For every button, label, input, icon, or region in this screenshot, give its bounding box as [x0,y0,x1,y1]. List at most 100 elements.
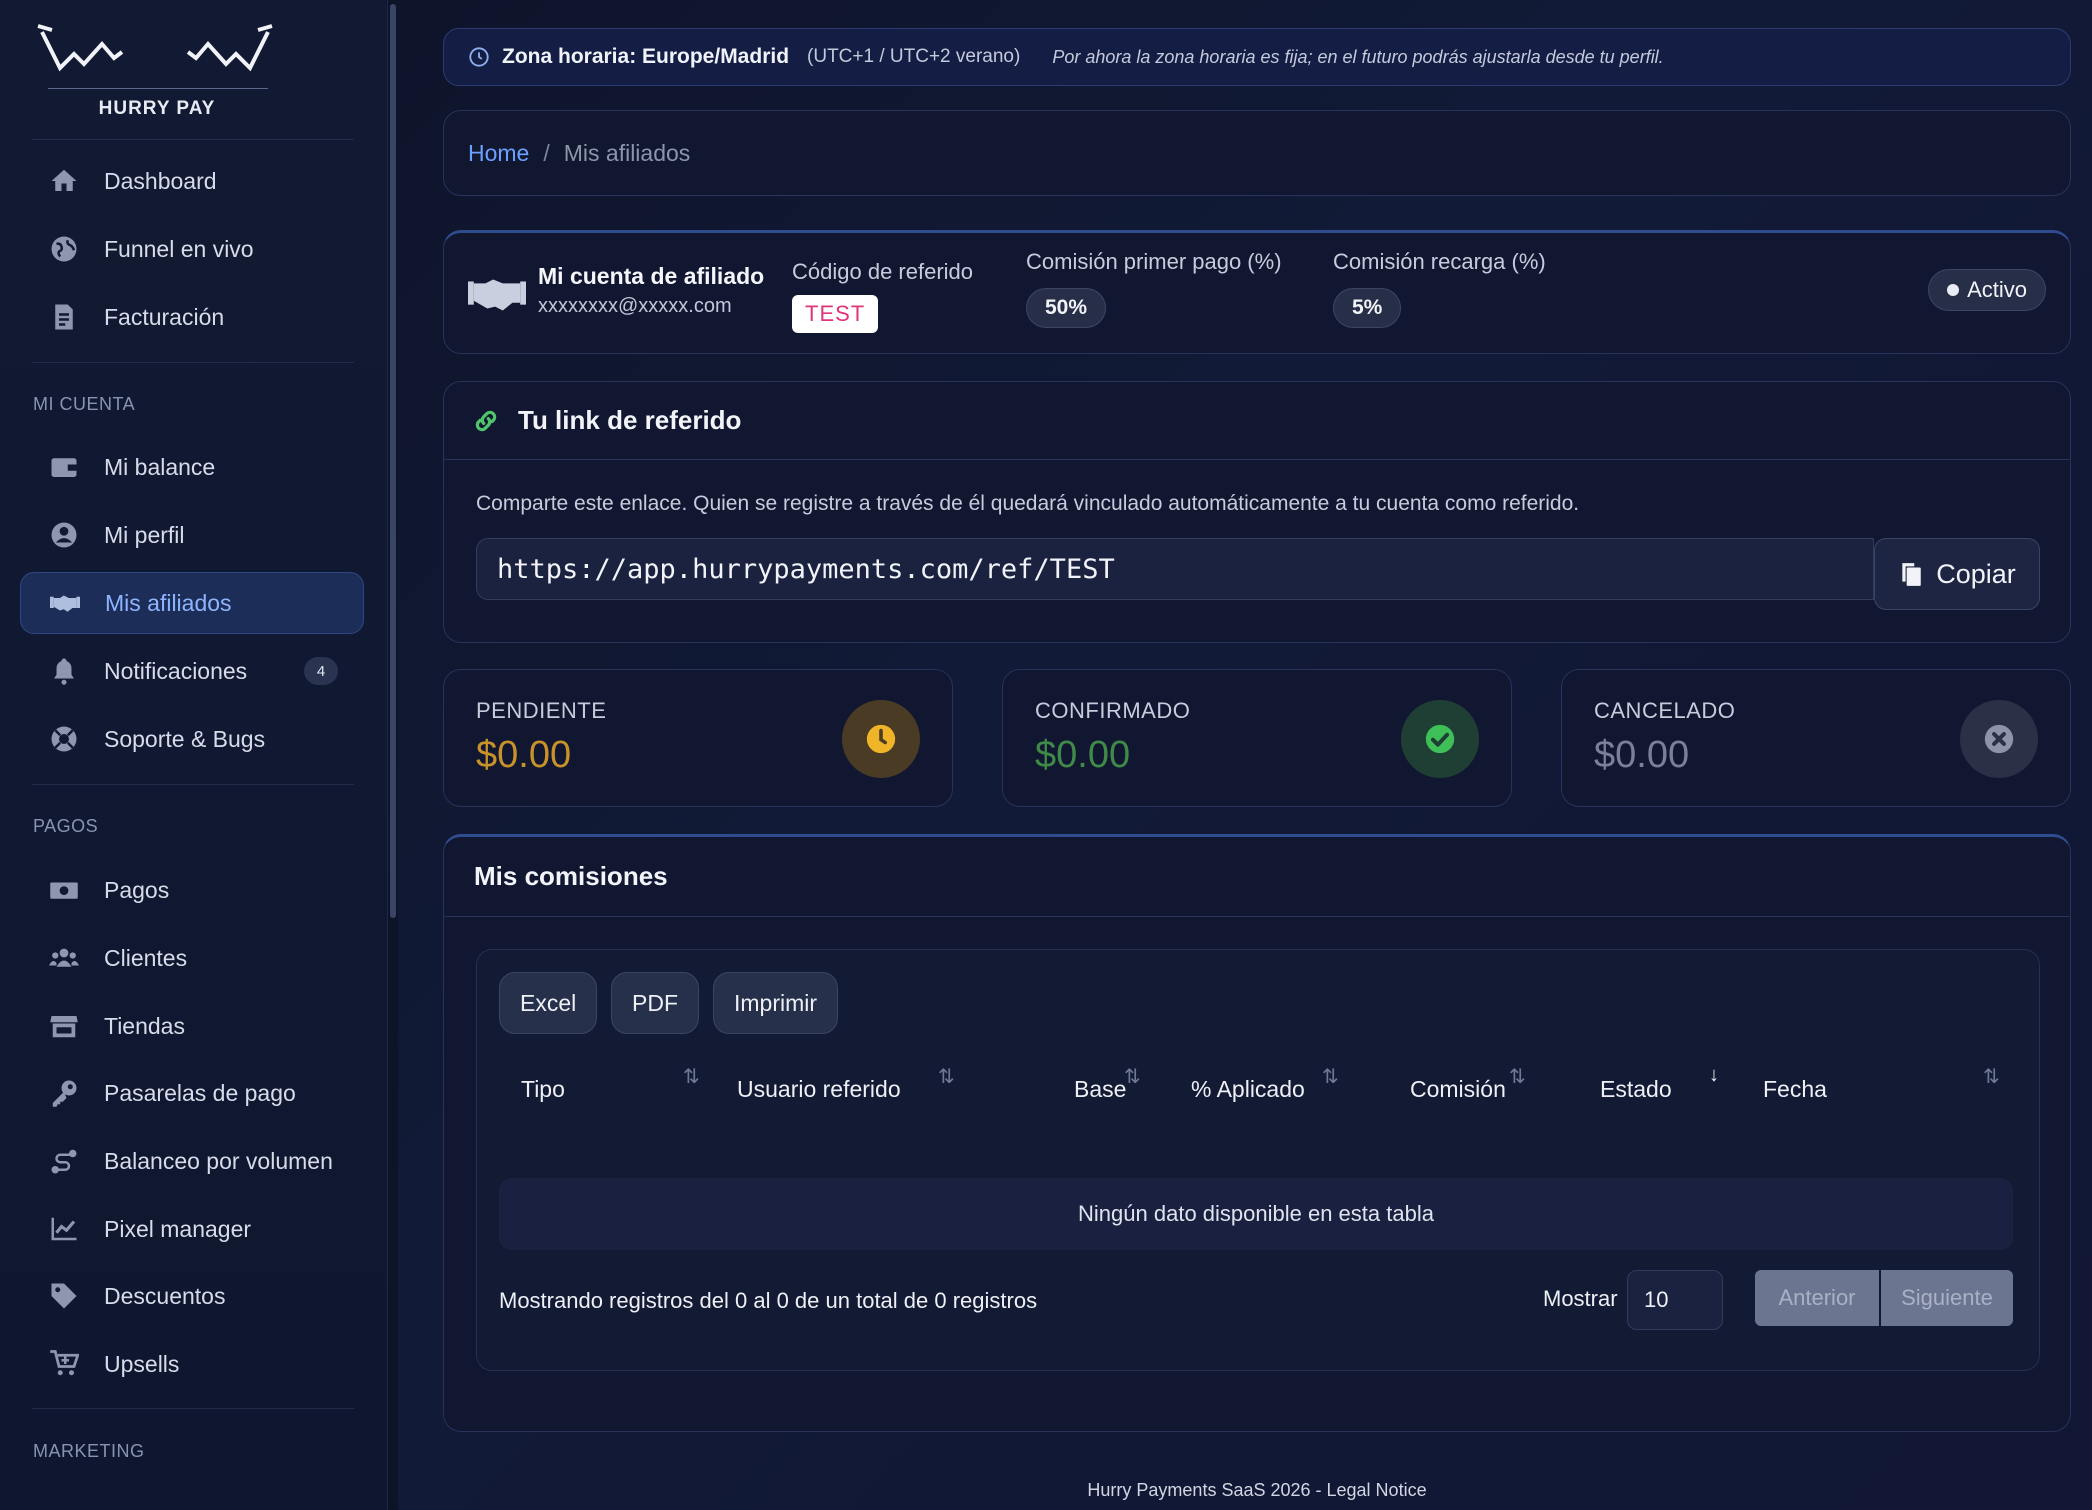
sidebar: HURRY PAY Dashboard Funnel en vivo Factu… [0,0,388,1510]
first-payment-commission-value: 50% [1026,288,1107,328]
affiliate-email: xxxxxxxx@xxxxx.com [538,295,732,317]
next-page-button[interactable]: Siguiente [1881,1270,2013,1326]
sort-icon[interactable]: ⇅ [1509,1064,1526,1089]
column-header-base[interactable]: Base [1074,1076,1126,1103]
page-size-select[interactable]: 10 [1627,1270,1723,1330]
logo-mark-icon [37,24,273,72]
copy-icon [1902,563,1921,586]
column-header-aplicado[interactable]: % Aplicado [1191,1076,1305,1103]
column-header-tipo[interactable]: Tipo [521,1076,565,1103]
sidebar-item-label: Upsells [104,1350,180,1377]
column-header-fecha[interactable]: Fecha [1763,1076,1827,1103]
status-dot-icon [1947,284,1960,296]
stat-value: $0.00 [1035,734,1131,776]
sort-icon[interactable]: ⇅ [1983,1064,2000,1089]
sidebar-divider [32,1408,354,1409]
tag-icon [46,1280,82,1312]
recharge-commission-value: 5% [1333,288,1402,328]
sort-desc-icon[interactable]: ↓ [1709,1064,1719,1087]
sidebar-item-label: Pagos [104,876,170,903]
sort-icon[interactable]: ⇅ [1124,1064,1141,1089]
timezone-banner: Zona horaria: Europe/Madrid (UTC+1 / UTC… [443,28,2071,86]
sidebar-item-pixel[interactable]: Pixel manager [20,1198,364,1260]
status-badge: Activo [1928,269,2046,311]
first-payment-commission-label: Comisión primer pago (%) [1026,249,1282,274]
stat-label: PENDIENTE [476,698,607,723]
sidebar-item-label: Notificaciones [104,657,248,684]
sidebar-item-label: Mi perfil [104,521,185,548]
breadcrumb-separator: / [543,139,550,166]
sidebar-item-afiliados[interactable]: Mis afiliados [20,572,364,634]
sidebar-item-label: Soporte & Bugs [104,725,266,752]
section-title-payments: PAGOS [33,816,99,836]
timezone-note: Por ahora la zona horaria es fija; en el… [1052,46,1664,67]
sidebar-item-funnel[interactable]: Funnel en vivo [20,218,364,280]
sort-icon[interactable]: ⇅ [1322,1064,1339,1089]
affiliate-account-card: Mi cuenta de afiliado xxxxxxxx@xxxxx.com… [443,230,2071,354]
sidebar-item-facturacion[interactable]: Facturación [20,286,364,348]
clock-icon [842,700,920,778]
handshake-icon [468,279,526,311]
sidebar-item-tiendas[interactable]: Tiendas [20,995,364,1057]
breadcrumb: Home / Mis afiliados [443,110,2071,196]
sidebar-item-pasarelas[interactable]: Pasarelas de pago [20,1062,364,1124]
previous-page-button[interactable]: Anterior [1755,1270,1879,1326]
sidebar-item-label: Tiendas [104,1012,185,1039]
route-icon [46,1145,82,1177]
brand-logo[interactable]: HURRY PAY [32,20,282,130]
column-header-usuario[interactable]: Usuario referido [737,1076,901,1103]
money-icon [46,874,82,906]
sidebar-item-dashboard[interactable]: Dashboard [20,150,364,212]
export-excel-button[interactable]: Excel [499,972,598,1034]
column-header-comision[interactable]: Comisión [1410,1076,1506,1103]
table-empty-row: Ningún dato disponible en esta tabla [499,1178,2013,1250]
sidebar-item-balanceo[interactable]: Balanceo por volumen [20,1130,364,1192]
sort-icon[interactable]: ⇅ [938,1064,955,1089]
sidebar-item-soporte[interactable]: Soporte & Bugs [20,708,364,770]
commissions-card: Mis comisiones Excel PDF Imprimir Tipo ⇅… [443,834,2071,1432]
footer-text[interactable]: Hurry Payments SaaS 2026 - Legal Notice [443,1480,2071,1501]
referral-link-card: Tu link de referido Comparte este enlace… [443,381,2071,643]
recharge-commission-label: Comisión recarga (%) [1333,249,1546,274]
sidebar-divider [32,362,354,363]
sidebar-item-clientes[interactable]: Clientes [20,927,364,989]
referral-link-field[interactable]: https://app.hurrypayments.com/ref/TEST [476,538,1874,600]
stat-value: $0.00 [476,734,572,776]
export-pdf-button[interactable]: PDF [611,972,699,1034]
stat-label: CONFIRMADO [1035,698,1191,723]
sidebar-item-notificaciones[interactable]: Notificaciones 4 [20,640,364,702]
brand-name: HURRY PAY [98,98,216,119]
stat-card-confirmed: CONFIRMADO $0.00 [1002,669,1512,807]
key-icon [46,1077,82,1109]
column-header-estado[interactable]: Estado [1600,1076,1672,1103]
print-button[interactable]: Imprimir [713,972,839,1034]
check-circle-icon [1401,700,1479,778]
sidebar-item-label: Mi balance [104,453,216,480]
sidebar-item-label: Funnel en vivo [104,235,254,262]
sidebar-scrollbar[interactable] [388,0,398,1510]
home-icon [46,165,82,197]
bell-icon [46,655,82,687]
breadcrumb-home-link[interactable]: Home [468,140,529,167]
sidebar-item-upsells[interactable]: Upsells [20,1333,364,1395]
chart-line-icon [46,1213,82,1245]
page-size-label: Mostrar [1543,1286,1618,1311]
referral-link-title: Tu link de referido [518,405,742,435]
referral-code-label: Código de referido [792,259,974,284]
section-title-marketing: MARKETING [33,1441,145,1461]
sort-icon[interactable]: ⇅ [683,1064,700,1089]
logo-divider [48,88,268,89]
sidebar-item-balance[interactable]: Mi balance [20,436,364,498]
sidebar-item-label: Pixel manager [104,1215,252,1242]
sidebar-item-label: Mis afiliados [105,589,232,616]
referral-link-header: Tu link de referido [444,382,2070,460]
commissions-title: Mis comisiones [444,837,2070,917]
sidebar-item-perfil[interactable]: Mi perfil [20,504,364,566]
sidebar-item-pagos[interactable]: Pagos [20,859,364,921]
status-label: Activo [1967,277,2027,302]
scrollbar-thumb[interactable] [390,4,396,918]
sidebar-item-descuentos[interactable]: Descuentos [20,1265,364,1327]
user-circle-icon [46,519,82,551]
copy-button[interactable]: Copiar [1874,538,2040,610]
timezone-utc: (UTC+1 / UTC+2 verano) [807,46,1021,67]
